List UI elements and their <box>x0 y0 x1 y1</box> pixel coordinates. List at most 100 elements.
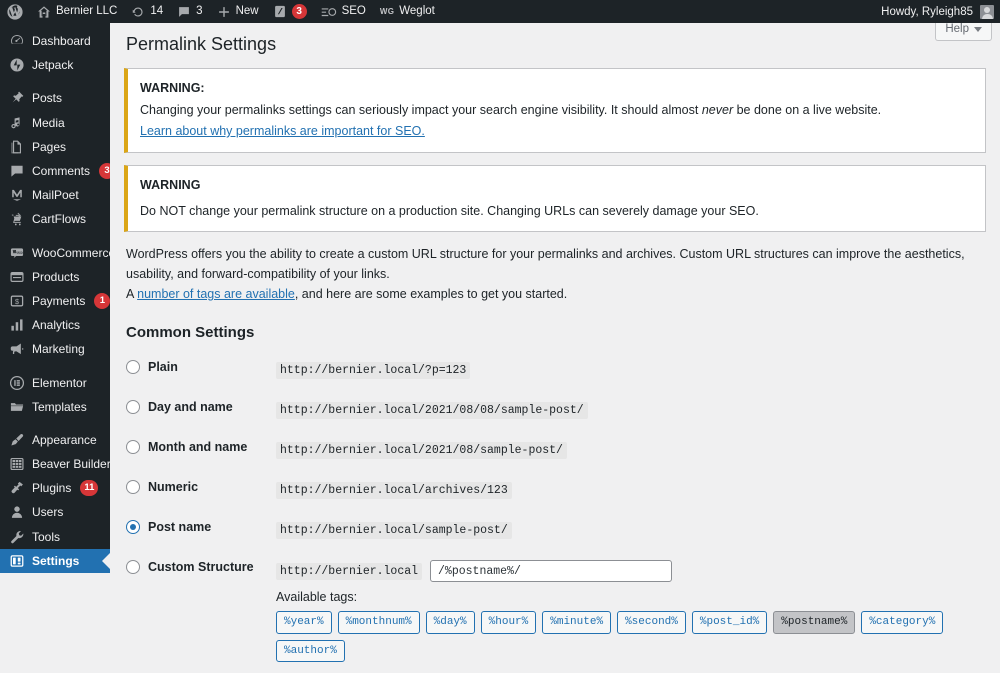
permalink-example: http://bernier.local/?p=123 <box>276 362 471 380</box>
permalink-option-label-cell: Plain <box>124 349 276 389</box>
yoast-icon <box>273 4 287 19</box>
sidebar-item-tools[interactable]: Tools <box>0 525 110 549</box>
wp-logo-button[interactable] <box>0 0 30 23</box>
updates-icon <box>131 5 145 19</box>
sidebar-item-label: Tools <box>32 529 61 544</box>
sidebar-item-media[interactable]: Media <box>0 111 110 135</box>
permalink-option-label-cell: Day and name <box>124 389 276 429</box>
sidebar-item-templates[interactable]: Templates <box>0 395 110 419</box>
radio-button[interactable] <box>126 360 140 375</box>
permalink-option-example-cell: http://bernier.local/archives/123 <box>276 469 986 509</box>
sidebar-item-marketing[interactable]: Marketing <box>0 337 110 361</box>
updates-button[interactable]: 14 <box>124 0 170 23</box>
tag-button-postname[interactable]: %postname% <box>773 611 856 634</box>
help-tab-button[interactable]: Help <box>935 21 992 41</box>
notice-heading-text: WARNING: <box>140 81 205 96</box>
permalink-option-day-and-name[interactable]: Day and name <box>126 400 266 415</box>
tools-icon <box>9 529 25 545</box>
sidebar-item-label: Products <box>32 269 80 284</box>
permalink-option-month-and-name[interactable]: Month and name <box>126 440 266 455</box>
notice-link-row: Learn about why permalinks are important… <box>140 122 973 141</box>
media-icon <box>9 115 25 131</box>
production-warning-notice: WARNING Do NOT change your permalink str… <box>124 164 986 233</box>
sidebar-item-pages[interactable]: Pages <box>0 135 110 159</box>
new-content-button[interactable]: New <box>210 0 266 23</box>
comments-button[interactable]: 3 <box>170 0 209 23</box>
custom-structure-input[interactable] <box>430 560 673 583</box>
tag-button-author[interactable]: %author% <box>276 639 345 662</box>
sidebar-item-dashboard[interactable]: Dashboard <box>0 29 110 53</box>
sidebar-item-woocommerce[interactable]: woo WooCommerce <box>0 241 115 265</box>
folder-icon <box>9 399 25 415</box>
sidebar-item-label: MailPoet <box>32 188 79 203</box>
main-content: Help Permalink Settings WARNING: Changin… <box>110 21 1000 662</box>
plus-icon <box>217 5 231 19</box>
new-content-label: New <box>235 5 259 17</box>
home-icon <box>37 5 51 19</box>
permalink-options-table: Plain http://bernier.local/?p=123 Day and … <box>124 349 986 673</box>
radio-button[interactable] <box>126 400 140 415</box>
available-tags-label: Available tags: <box>276 590 358 605</box>
sidebar-item-label: WooCommerce <box>32 245 116 260</box>
notice2-heading-text: WARNING <box>140 177 201 192</box>
custom-structure-input-cell: http://bernier.local Available tags: %year… <box>276 549 986 673</box>
yoast-button[interactable]: 3 <box>266 0 314 23</box>
sidebar-item-mailpoet[interactable]: MailPoet <box>0 183 110 207</box>
paintbrush-icon <box>9 432 25 448</box>
howdy-label: Howdy, Ryleigh85 <box>881 5 973 18</box>
sidebar-item-label: Beaver Builder <box>32 457 111 472</box>
radio-button[interactable] <box>126 520 140 535</box>
sidebar-item-plugins[interactable]: Plugins 11 <box>0 476 110 500</box>
sidebar-item-label: Posts <box>32 91 63 106</box>
my-account-button[interactable]: Howdy, Ryleigh85 <box>881 4 1000 19</box>
radio-button[interactable] <box>126 480 140 495</box>
sidebar-item-badge: 1 <box>94 292 111 309</box>
intro-paragraph: WordPress offers you the ability to crea… <box>126 244 984 304</box>
comment-icon <box>9 163 25 179</box>
permalink-option-custom-structure[interactable]: Custom Structure <box>126 560 266 575</box>
custom-structure-row: Custom Structure http://bernier.local Avai… <box>124 549 986 673</box>
permalink-option-row: Plain http://bernier.local/?p=123 <box>124 349 986 389</box>
tag-button-hour[interactable]: %hour% <box>480 611 537 634</box>
tag-button-post_id[interactable]: %post_id% <box>691 611 768 634</box>
tag-button-minute[interactable]: %minute% <box>542 611 612 634</box>
sidebar-item-products[interactable]: Products <box>0 265 110 289</box>
permalink-option-numeric[interactable]: Numeric <box>126 480 266 495</box>
radio-button[interactable] <box>126 560 140 575</box>
seo-menu-button[interactable]: SEO <box>314 0 373 23</box>
sidebar-item-users[interactable]: Users <box>0 500 110 524</box>
permalink-option-post-name[interactable]: Post name <box>126 520 266 535</box>
permalink-option-row: Post name http://bernier.local/sample-pos… <box>124 509 986 549</box>
sidebar-item-label: Templates <box>32 399 87 414</box>
sidebar-item-elementor[interactable]: Elementor <box>0 370 110 394</box>
sidebar-item-label: Analytics <box>32 318 81 333</box>
intro-line-2-prefix: A <box>126 287 138 302</box>
number-of-tags-link[interactable]: number of tags are available <box>137 287 295 301</box>
plugins-icon <box>9 480 25 496</box>
sidebar-item-appearance[interactable]: Appearance <box>0 428 110 452</box>
permalink-option-row: Month and name http://bernier.local/2021/… <box>124 429 986 469</box>
permalink-example: http://bernier.local/2021/08/08/sample-p… <box>276 402 588 420</box>
tag-button-second[interactable]: %second% <box>617 611 686 634</box>
sidebar-item-cartflows[interactable]: CartFlows <box>0 207 110 231</box>
tag-button-year[interactable]: %year% <box>276 611 332 634</box>
sidebar-item-label: Settings <box>32 553 80 568</box>
sidebar-item-payments[interactable]: $ Payments 1 <box>0 289 111 313</box>
learn-about-permalinks-link[interactable]: Learn about why permalinks are important… <box>140 124 425 138</box>
sidebar-item-jetpack[interactable]: Jetpack <box>0 53 110 77</box>
tag-button-day[interactable]: %day% <box>425 611 475 634</box>
sidebar-item-settings[interactable]: Settings <box>0 548 110 573</box>
permalink-option-plain[interactable]: Plain <box>126 360 266 375</box>
tag-button-category[interactable]: %category% <box>861 611 944 634</box>
sidebar-item-posts[interactable]: Posts <box>0 86 110 110</box>
sidebar-item-beaver-builder[interactable]: Beaver Builder <box>0 452 111 476</box>
radio-button[interactable] <box>126 440 140 455</box>
weglot-button[interactable]: WG Weglot <box>373 0 442 23</box>
sidebar-item-analytics[interactable]: Analytics <box>0 313 110 337</box>
site-name-button[interactable]: Bernier LLC <box>30 0 124 23</box>
tag-button-monthnum[interactable]: %monthnum% <box>337 611 420 634</box>
sidebar-item-label: Appearance <box>32 432 97 447</box>
common-settings-heading: Common Settings <box>126 324 255 342</box>
sidebar-item-comments[interactable]: Comments 3 <box>0 159 116 183</box>
site-name-label: Bernier LLC <box>56 5 118 17</box>
